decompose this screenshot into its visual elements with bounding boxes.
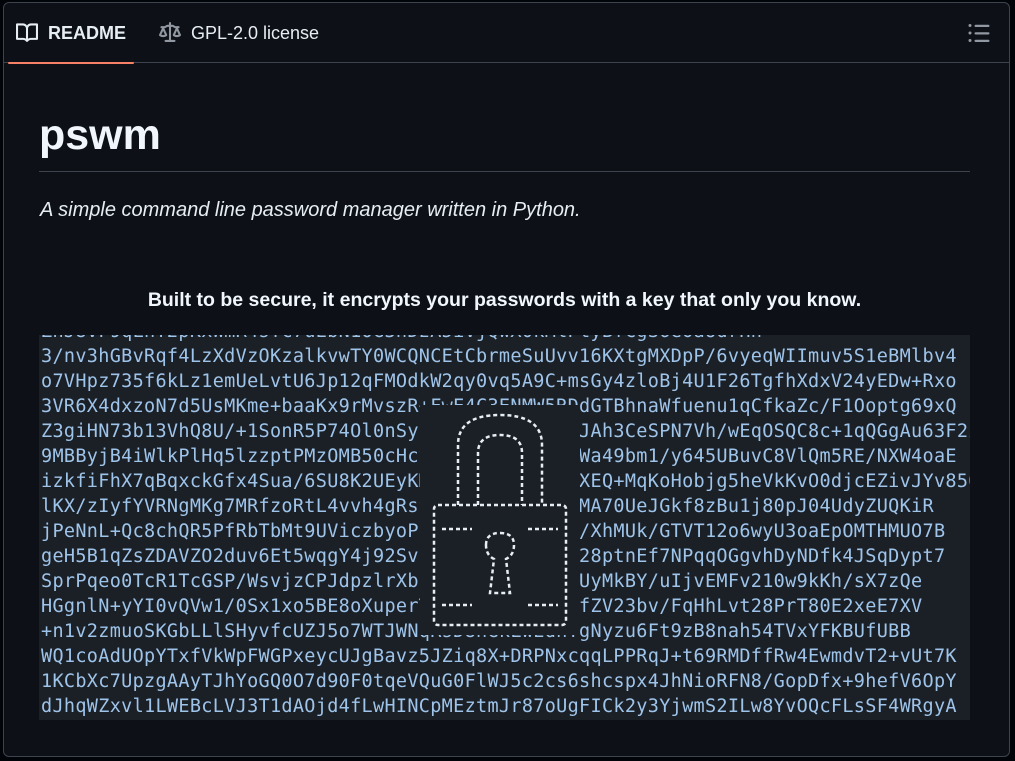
tab-license[interactable]: GPL-2.0 license	[159, 3, 319, 63]
book-icon	[16, 22, 38, 44]
tab-readme-label: README	[48, 22, 127, 43]
readme-panel: README GPL-2.0 license pswm A simple com…	[3, 2, 1010, 757]
title-divider	[39, 171, 970, 172]
encrypted-text-line: WQ1coAdUOpYTxfVkWpFWGPxeycUJgBavz5JZiq8X…	[41, 646, 957, 667]
encrypted-text-line: dJhqWZxvl1LWEBcLVJ3T1dAOjd4fLwHINCpMEztm…	[41, 696, 957, 717]
scale-icon	[159, 22, 181, 44]
active-tab-indicator	[8, 62, 135, 64]
encrypted-text-line: o7VHpz735f6kLz1emUeLvtU6Jp12qFMOdkW2qy0v…	[41, 371, 957, 392]
readme-tagline: A simple command line password manager w…	[40, 199, 581, 221]
encrypted-text-line: 1KCbXc7UpzgAAyTJhYoGQ0O7d90F0tqeVQuG0FlW…	[41, 671, 957, 692]
ascii-art-image: ZhJ8vF9qLnT2pKxWmR4sYc7uEbN1oG3hDzA5iVjQ…	[39, 335, 970, 720]
tab-license-label: GPL-2.0 license	[191, 22, 320, 43]
outline-button[interactable]	[967, 21, 991, 45]
tab-readme[interactable]: README	[8, 3, 135, 64]
encrypted-text-line: 3/nv3hGBvRqf4LzXdVzOKzalkvwTY0WCQNCEtCbr…	[41, 346, 957, 367]
readme-tabbar: README GPL-2.0 license	[4, 3, 1009, 64]
encrypted-text-line: mT7cKq2vBpX9nLw4RzHf8JdYs0GxUe3iNoAa6PlV…	[41, 719, 970, 720]
list-icon	[967, 24, 991, 49]
encrypted-text-line: ZhJ8vF9qLnT2pKxWmR4sYc7uEbN1oG3hDzA5iVjQ…	[41, 335, 970, 344]
padlock-icon	[420, 405, 580, 635]
readme-subtitle: Built to be secure, it encrypts your pas…	[147, 289, 862, 311]
readme-title: pswm	[39, 111, 161, 159]
